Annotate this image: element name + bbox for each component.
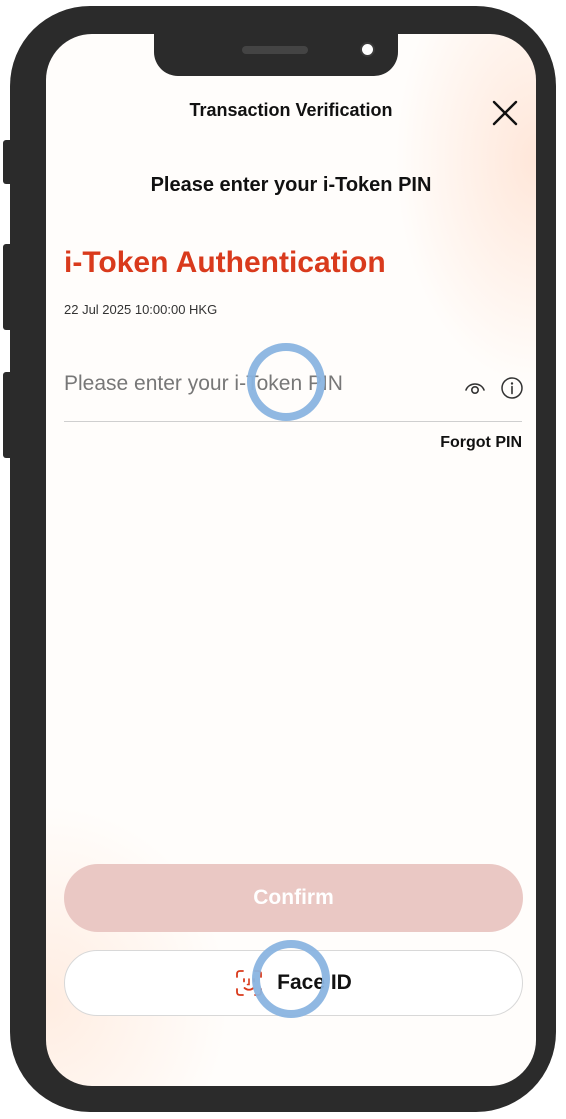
eye-icon[interactable] bbox=[464, 376, 486, 398]
auth-timestamp: 22 Jul 2025 10:00:00 HKG bbox=[64, 302, 218, 317]
screen: Transaction Verification Please enter yo… bbox=[46, 34, 536, 1086]
pin-input[interactable] bbox=[64, 364, 444, 404]
pin-input-underline bbox=[64, 421, 522, 422]
pin-prompt: Please enter your i-Token PIN bbox=[150, 174, 432, 196]
info-icon[interactable] bbox=[500, 376, 524, 400]
confirm-button-label: Confirm bbox=[253, 886, 334, 909]
confirm-button[interactable]: Confirm bbox=[64, 864, 523, 932]
phone-notch bbox=[154, 34, 398, 76]
face-id-icon bbox=[236, 970, 263, 996]
close-icon[interactable] bbox=[490, 98, 520, 128]
speaker-grille bbox=[242, 46, 308, 54]
front-camera bbox=[360, 42, 375, 57]
auth-heading: i-Token Authentication bbox=[64, 246, 386, 279]
face-id-button[interactable]: Face ID bbox=[64, 950, 523, 1016]
face-id-button-label: Face ID bbox=[277, 971, 352, 994]
page-title: Transaction Verification bbox=[189, 100, 393, 120]
forgot-pin-link[interactable]: Forgot PIN bbox=[440, 434, 522, 452]
